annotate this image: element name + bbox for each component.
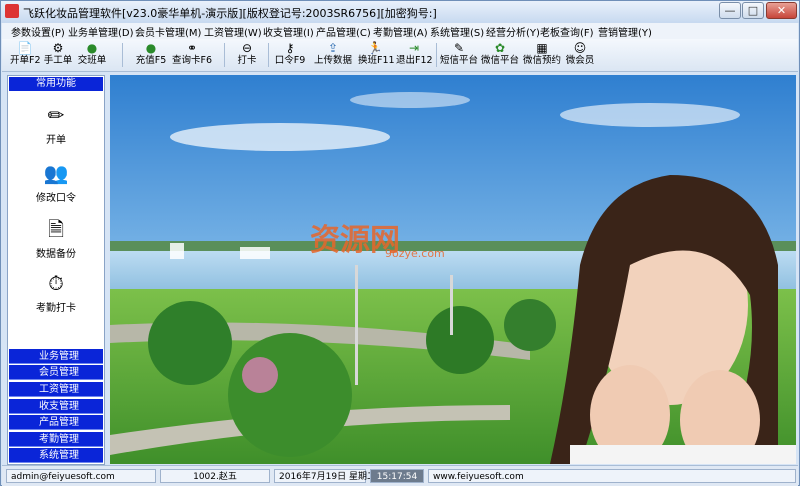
money-bag-icon: ● [145, 41, 157, 55]
clock-icon: ⊖ [241, 41, 253, 55]
sidebar-button-backup[interactable]: 🗎 数据备份 [8, 216, 104, 268]
window-title: 飞跃化妆品管理软件[v23.0豪华单机-演示版][版权登记号:2003SR675… [23, 7, 437, 20]
app-window: 飞跃化妆品管理软件[v23.0豪华单机-演示版][版权登记号:2003SR675… [0, 0, 800, 486]
menu-analysis[interactable]: 经营分析(Y) [486, 24, 540, 39]
member-icon: ☺ [573, 41, 587, 55]
landscape-illustration [110, 75, 796, 464]
sidebar-header: 常用功能 [9, 77, 103, 91]
calendar-icon: ▦ [536, 41, 548, 55]
tool-query-card[interactable]: ⚭ 查询卡F6 [172, 40, 212, 70]
clock-icon: ⏱ [48, 271, 64, 295]
menu-salary[interactable]: 工资管理(W) [204, 24, 262, 39]
sidebar-button-attendance[interactable]: ⏱ 考勤打卡 [8, 270, 104, 322]
status-date: 2016年7月19日 星期二 [274, 469, 376, 483]
tool-shift-handover[interactable]: ● 交班单 [76, 40, 108, 70]
gear-icon: ⚙ [52, 41, 64, 55]
toolbar: 📄 开单F2 ⚙ 手工单 ● 交班单 ● 充值F5 ⚭ 查询卡F6 ⊖ 打卡 ⚷… [2, 39, 798, 72]
toolbar-separator [224, 43, 225, 67]
exit-icon: ⇥ [408, 41, 420, 55]
sidebar-button-new-order[interactable]: ✏ 开单 [8, 102, 104, 154]
status-website: www.feiyuesoft.com [428, 469, 796, 483]
menu-marketing[interactable]: 营销管理(Y) [598, 24, 652, 39]
status-email: admin@feiyuesoft.com [6, 469, 156, 483]
tool-wechat-platform[interactable]: ✿ 微信平台 [480, 40, 520, 70]
backup-icon: 🗎 [47, 217, 65, 241]
menu-finance[interactable]: 收支管理(I) [263, 24, 314, 39]
menu-settings[interactable]: 参数设置(P) [11, 24, 65, 39]
toolbar-separator [268, 43, 269, 67]
tool-recharge[interactable]: ● 充值F5 [134, 40, 168, 70]
upload-icon: ⇪ [327, 41, 339, 55]
tool-change-shift[interactable]: 🏃 换班F11 [358, 40, 395, 70]
status-bar: admin@feiyuesoft.com 1002.赵五 2016年7月19日 … [2, 465, 798, 486]
tool-upload-data[interactable]: ⇪ 上传数据 [312, 40, 354, 70]
sidebar-category-finance[interactable]: 收支管理 [9, 399, 103, 414]
key-icon: ⚷ [285, 41, 295, 55]
tool-exit[interactable]: ⇥ 退出F12 [396, 40, 433, 70]
toolbar-separator [436, 43, 437, 67]
sidebar-category-business[interactable]: 业务管理 [9, 349, 103, 364]
main-background-image: 资源网 9ozye.com [110, 75, 796, 464]
sidebar: 常用功能 ✏ 开单 👥 修改口令 🗎 数据备份 ⏱ 考勤打卡 业务管理 会员管理… [7, 75, 105, 465]
sms-icon: ✎ [453, 41, 465, 55]
tool-manual-order[interactable]: ⚙ 手工单 [42, 40, 74, 70]
tool-sms-platform[interactable]: ✎ 短信平台 [440, 40, 478, 70]
status-user: 1002.赵五 [160, 469, 270, 483]
menu-orders[interactable]: 业务单管理(D) [68, 24, 134, 39]
menu-bar: 参数设置(P) 业务单管理(D) 会员卡管理(M) 工资管理(W) 收支管理(I… [2, 23, 798, 39]
tool-wechat-booking[interactable]: ▦ 微信预约 [522, 40, 562, 70]
sidebar-category-members[interactable]: 会员管理 [9, 365, 103, 380]
wechat-icon: ✿ [494, 41, 506, 55]
tool-password[interactable]: ⚷ 口令F9 [274, 40, 306, 70]
menu-products[interactable]: 产品管理(C) [316, 24, 371, 39]
menu-attendance[interactable]: 考勤管理(A) [373, 24, 428, 39]
menu-system[interactable]: 系统管理(S) [430, 24, 484, 39]
app-logo-icon [5, 4, 19, 18]
menu-boss-query[interactable]: 老板查询(F) [540, 24, 594, 39]
person-run-icon: 🏃 [367, 41, 383, 55]
tool-new-order[interactable]: 📄 开单F2 [10, 40, 41, 70]
binoculars-icon: ⚭ [186, 41, 198, 55]
sidebar-category-products[interactable]: 产品管理 [9, 415, 103, 430]
menu-membership[interactable]: 会员卡管理(M) [135, 24, 201, 39]
sidebar-category-system[interactable]: 系统管理 [9, 448, 103, 463]
sidebar-category-attendance[interactable]: 考勤管理 [9, 432, 103, 447]
title-bar: 飞跃化妆品管理软件[v23.0豪华单机-演示版][版权登记号:2003SR675… [1, 1, 799, 23]
minimize-button[interactable]: — [719, 2, 741, 19]
tool-clock-in[interactable]: ⊖ 打卡 [234, 40, 260, 70]
document-icon: 📄 [17, 41, 33, 55]
sidebar-button-change-password[interactable]: 👥 修改口令 [8, 160, 104, 212]
watermark-domain: 9ozye.com [385, 247, 445, 260]
users-icon: 👥 [43, 161, 69, 185]
close-button[interactable]: ✕ [766, 2, 797, 19]
status-time: 15:17:54 [370, 469, 424, 483]
toolbar-separator [122, 43, 123, 67]
maximize-button[interactable]: □ [742, 2, 764, 19]
tool-micro-member[interactable]: ☺ 微会员 [564, 40, 596, 70]
money-bag-icon: ● [86, 41, 98, 55]
pencil-icon: ✏ [47, 103, 65, 127]
sidebar-category-salary[interactable]: 工资管理 [9, 382, 103, 397]
